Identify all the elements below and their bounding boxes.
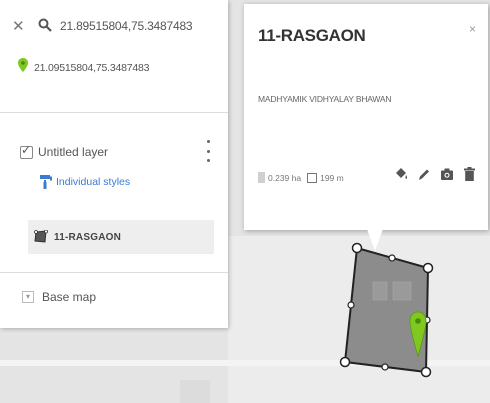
polygon-icon <box>34 229 48 244</box>
layer-name[interactable]: Untitled layer <box>38 145 108 159</box>
expand-icon[interactable]: ▾ <box>22 291 34 303</box>
layer-header[interactable]: Untitled layer <box>20 143 108 159</box>
basemap-row[interactable]: ▾ Base map <box>22 290 96 304</box>
location-result[interactable]: 21.09515804,75.3487483 <box>18 58 150 77</box>
area-icon <box>258 172 265 183</box>
map-side-panel: ✕ 21.89515804,75.3487483 21.09515804,75.… <box>0 0 228 328</box>
card-toolbar <box>394 167 475 186</box>
close-icon[interactable]: × <box>469 22 476 36</box>
card-description: MADHYAMIK VIDHYALAY BHAWAN <box>258 94 392 104</box>
coordinates-text: 21.09515804,75.3487483 <box>34 61 150 74</box>
feature-measurements: 0.239 ha 199 m <box>258 172 344 183</box>
map-background-block <box>228 236 490 403</box>
close-icon[interactable]: ✕ <box>12 17 28 35</box>
perimeter-value: 199 m <box>320 172 344 183</box>
feature-info-card: 11-RASGAON × MADHYAMIK VIDHYALAY BHAWAN … <box>244 4 488 230</box>
individual-styles-label[interactable]: Individual styles <box>56 176 130 188</box>
style-bucket-icon[interactable] <box>394 167 408 186</box>
basemap-label[interactable]: Base map <box>42 290 96 304</box>
map-marker-icon <box>18 58 28 77</box>
map-building <box>180 380 210 403</box>
individual-styles-link[interactable]: Individual styles <box>40 175 130 189</box>
delete-icon[interactable] <box>464 167 475 186</box>
feature-item[interactable]: 11-RASGAON <box>28 220 214 254</box>
feature-name[interactable]: 11-RASGAON <box>54 232 121 243</box>
map-road <box>0 360 490 366</box>
perimeter-icon <box>307 172 318 183</box>
search-query[interactable]: 21.89515804,75.3487483 <box>60 19 193 33</box>
card-title: 11-RASGAON <box>258 26 366 45</box>
camera-icon[interactable] <box>440 167 454 186</box>
paint-roller-icon <box>40 175 52 189</box>
layer-options-icon[interactable] <box>205 140 211 162</box>
layer-visibility-checkbox[interactable] <box>20 143 33 159</box>
card-pointer <box>367 229 383 251</box>
edit-pencil-icon[interactable] <box>418 167 430 186</box>
divider <box>0 112 228 113</box>
search-icon[interactable] <box>38 18 54 34</box>
divider <box>0 272 228 273</box>
area-value: 0.239 ha <box>268 172 302 183</box>
search-row: ✕ 21.89515804,75.3487483 <box>12 16 193 36</box>
